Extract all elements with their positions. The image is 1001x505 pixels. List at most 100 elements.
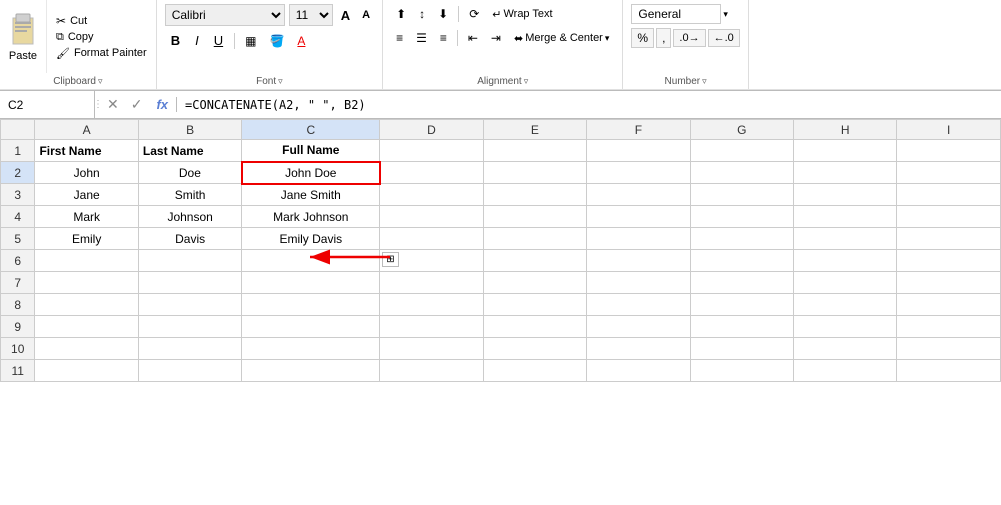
cell-g4[interactable] [690, 206, 793, 228]
cell-g5[interactable] [690, 228, 793, 250]
underline-button[interactable]: U [208, 30, 229, 51]
cell-c1[interactable]: Full Name [242, 140, 380, 162]
row-header-7[interactable]: 7 [1, 272, 35, 294]
percent-button[interactable]: % [631, 28, 654, 48]
number-format-dropdown-icon[interactable]: ▾ [723, 9, 728, 20]
cell-c4[interactable]: Mark Johnson [242, 206, 380, 228]
cell-g1[interactable] [690, 140, 793, 162]
row-header-2[interactable]: 2 [1, 162, 35, 184]
align-right-button[interactable]: ≡ [435, 28, 452, 48]
row-header-9[interactable]: 9 [1, 316, 35, 338]
autofill-options-icon[interactable]: ⊞ [382, 252, 398, 267]
row-header-10[interactable]: 10 [1, 338, 35, 360]
cell-c6[interactable] [242, 250, 380, 272]
border-button[interactable]: ▦ [240, 31, 261, 51]
cell-h3[interactable] [794, 184, 897, 206]
cell-a6[interactable] [35, 250, 138, 272]
row-header-3[interactable]: 3 [1, 184, 35, 206]
increase-indent-button[interactable]: ⇥ [486, 28, 506, 48]
formula-confirm-button[interactable]: ✓ [125, 96, 149, 113]
cell-e2[interactable] [483, 162, 586, 184]
cell-i3[interactable] [897, 184, 1001, 206]
col-header-c[interactable]: C [242, 120, 380, 140]
number-format-input[interactable] [631, 4, 721, 24]
cell-i5[interactable] [897, 228, 1001, 250]
cell-a5[interactable]: Emily [35, 228, 138, 250]
row-header-8[interactable]: 8 [1, 294, 35, 316]
wrap-text-button[interactable]: ↵ Wrap Text [487, 5, 557, 24]
decrease-decimal-button[interactable]: ←.0 [708, 29, 740, 47]
cell-h2[interactable] [794, 162, 897, 184]
align-middle-button[interactable]: ↕ [414, 4, 430, 24]
cell-f4[interactable] [587, 206, 690, 228]
decrease-font-button[interactable]: A [358, 7, 374, 23]
cut-button[interactable]: ✂ Cut [53, 13, 150, 29]
col-header-f[interactable]: F [587, 120, 690, 140]
cell-d3[interactable] [380, 184, 483, 206]
cell-e3[interactable] [483, 184, 586, 206]
paste-button[interactable]: Paste [0, 0, 47, 73]
row-header-6[interactable]: 6 [1, 250, 35, 272]
cell-f6[interactable] [587, 250, 690, 272]
cell-g6[interactable] [690, 250, 793, 272]
col-header-d[interactable]: D [380, 120, 483, 140]
font-family-select[interactable]: Calibri [165, 4, 285, 26]
cell-e6[interactable] [483, 250, 586, 272]
cell-d2[interactable] [380, 162, 483, 184]
clipboard-expand-icon[interactable]: ▿ [98, 76, 103, 87]
increase-decimal-button[interactable]: .0→ [673, 29, 705, 47]
col-header-h[interactable]: H [794, 120, 897, 140]
name-box[interactable] [0, 91, 95, 118]
cell-c3[interactable]: Jane Smith [242, 184, 380, 206]
formula-cancel-button[interactable]: ✕ [101, 96, 125, 113]
comma-button[interactable]: , [656, 28, 671, 48]
text-angle-button[interactable]: ⟳ [464, 4, 484, 24]
cell-i6[interactable] [897, 250, 1001, 272]
font-size-select[interactable]: 11 [289, 4, 333, 26]
col-header-i[interactable]: I [897, 120, 1001, 140]
cell-d4[interactable] [380, 206, 483, 228]
cell-d6[interactable]: ⊞ [380, 250, 483, 272]
row-header-5[interactable]: 5 [1, 228, 35, 250]
cell-f5[interactable] [587, 228, 690, 250]
cell-e1[interactable] [483, 140, 586, 162]
cell-b5[interactable]: Davis [138, 228, 241, 250]
cell-g2[interactable] [690, 162, 793, 184]
number-expand-icon[interactable]: ▿ [702, 76, 707, 87]
alignment-expand-icon[interactable]: ▿ [524, 76, 529, 87]
align-bottom-button[interactable]: ⬇ [433, 4, 453, 24]
bold-button[interactable]: B [165, 30, 186, 51]
cell-e5[interactable] [483, 228, 586, 250]
cell-a2[interactable]: John [35, 162, 138, 184]
cell-h1[interactable] [794, 140, 897, 162]
cell-i1[interactable] [897, 140, 1001, 162]
cell-i2[interactable] [897, 162, 1001, 184]
cell-f3[interactable] [587, 184, 690, 206]
increase-font-button[interactable]: A [337, 6, 354, 25]
cell-d5[interactable] [380, 228, 483, 250]
cell-f1[interactable] [587, 140, 690, 162]
cell-b4[interactable]: Johnson [138, 206, 241, 228]
cell-i4[interactable] [897, 206, 1001, 228]
cell-g3[interactable] [690, 184, 793, 206]
cell-b1[interactable]: Last Name [138, 140, 241, 162]
cell-b2[interactable]: Doe [138, 162, 241, 184]
fill-color-button[interactable]: 🪣 [264, 31, 289, 51]
cell-c2[interactable]: John Doe [242, 162, 380, 184]
align-top-button[interactable]: ⬆ [391, 4, 411, 24]
cell-b6[interactable] [138, 250, 241, 272]
font-expand-icon[interactable]: ▿ [278, 76, 283, 87]
col-header-g[interactable]: G [690, 120, 793, 140]
font-color-button[interactable]: A [292, 31, 310, 51]
cell-h6[interactable] [794, 250, 897, 272]
cell-a1[interactable]: First Name [35, 140, 138, 162]
cell-f2[interactable] [587, 162, 690, 184]
merge-center-button[interactable]: ⬌ Merge & Center ▾ [509, 29, 614, 48]
col-header-e[interactable]: E [483, 120, 586, 140]
col-header-a[interactable]: A [35, 120, 138, 140]
cell-c5[interactable]: Emily Davis [242, 228, 380, 250]
cell-a3[interactable]: Jane [35, 184, 138, 206]
row-header-4[interactable]: 4 [1, 206, 35, 228]
formula-fx-button[interactable]: fx [148, 97, 177, 112]
cell-d1[interactable] [380, 140, 483, 162]
